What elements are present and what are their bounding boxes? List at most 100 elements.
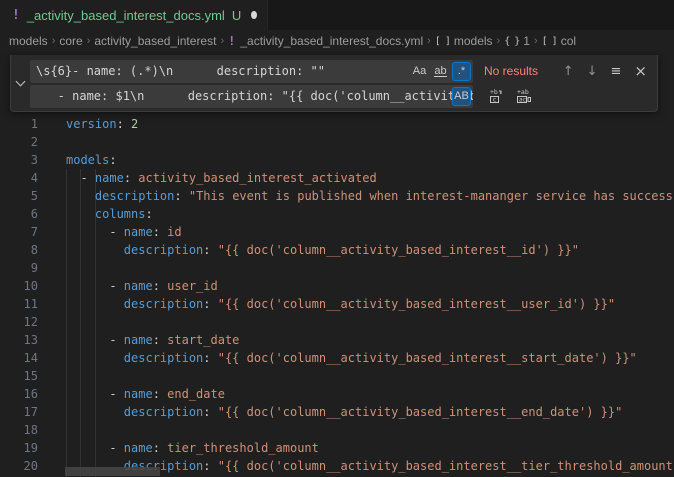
code-token: end_date — [167, 387, 225, 401]
replace-value-text: - name: $1\n description: "{{ doc('colum… — [30, 85, 473, 105]
code-line[interactable]: 1version: 2 — [0, 115, 674, 133]
symbol-array-icon: [ ] — [435, 36, 450, 47]
breadcrumb-item[interactable]: [ ] models — [435, 34, 493, 48]
code-line[interactable]: 18 — [0, 421, 674, 439]
code-line[interactable]: 6 columns: — [0, 205, 674, 223]
breadcrumb-item[interactable]: models — [9, 34, 48, 48]
breadcrumb-item[interactable]: [ ]col — [542, 34, 576, 48]
code-token: : — [203, 297, 217, 311]
tab-bar: ! _activity_based_interest_docs.yml U — [0, 0, 674, 30]
svg-text:ac: ac — [519, 97, 527, 104]
line-number: 18 — [0, 421, 38, 439]
code-token: : — [153, 441, 167, 455]
breadcrumb-label: models — [9, 34, 48, 48]
breadcrumb-label: 1 — [523, 34, 530, 48]
code-token — [66, 207, 95, 221]
code-line[interactable]: 3models: — [0, 151, 674, 169]
code-line[interactable]: 10 - name: user_id — [0, 277, 674, 295]
breadcrumb-label: _activity_based_interest_docs.yml — [240, 34, 423, 48]
code-token: : — [153, 387, 167, 401]
code-token: name — [124, 225, 153, 239]
line-number: 7 — [0, 223, 38, 241]
whole-word-button[interactable]: ab — [431, 62, 450, 81]
code-token: name — [124, 333, 153, 347]
code-line[interactable]: 11 description: "{{ doc('column__activit… — [0, 295, 674, 313]
yaml-file-icon: ! — [12, 8, 20, 23]
code-token: - — [66, 333, 124, 347]
breadcrumb-item[interactable]: !_activity_based_interest_docs.yml — [228, 34, 423, 48]
code-token: tier_threshold_amount — [167, 441, 319, 455]
toggle-replace-button[interactable] — [11, 55, 30, 111]
code-token: description — [124, 243, 203, 257]
code-token: "{{ doc('column__activity_based_interest… — [218, 459, 673, 473]
match-case-button[interactable]: Aa — [410, 62, 429, 81]
breadcrumb-label: models — [454, 34, 493, 48]
code-line[interactable]: 5 description: "This event is published … — [0, 187, 674, 205]
code-token: models — [66, 153, 109, 167]
breadcrumb-item[interactable]: { } 1 — [504, 34, 530, 48]
line-number: 19 — [0, 439, 38, 457]
symbol-object-icon: { } — [504, 36, 519, 47]
code-token: version — [66, 117, 117, 131]
vscode-window: ! _activity_based_interest_docs.yml U mo… — [0, 0, 674, 477]
line-number: 4 — [0, 169, 38, 187]
code-line[interactable]: 2 — [0, 133, 674, 151]
tab-filename: _activity_based_interest_docs.yml — [27, 8, 225, 23]
code-line[interactable]: 15 — [0, 367, 674, 385]
code-token: - — [66, 279, 124, 293]
code-token: name — [124, 441, 153, 455]
code-line[interactable]: 19 - name: tier_threshold_amount — [0, 439, 674, 457]
code-token: : — [203, 459, 217, 473]
breadcrumb-separator-icon: › — [497, 35, 501, 47]
replace-all-button[interactable]: +ab ac — [516, 88, 532, 104]
preserve-case-button[interactable]: AB — [452, 87, 471, 106]
code-line[interactable]: 14 description: "{{ doc('column__activit… — [0, 349, 674, 367]
code-token: user_id — [167, 279, 218, 293]
code-token: - — [66, 441, 124, 455]
breadcrumb-item[interactable]: core — [59, 34, 82, 48]
code-line[interactable]: 9 — [0, 259, 674, 277]
line-number: 17 — [0, 403, 38, 421]
find-in-selection-button[interactable]: ≡ — [611, 65, 622, 78]
replace-icon: +b c — [488, 88, 504, 104]
find-input[interactable]: \s{6}- name: (.*)\n description: "" Aa a… — [30, 60, 473, 83]
tab-active-yaml-file[interactable]: ! _activity_based_interest_docs.yml U — [0, 0, 268, 30]
code-token — [66, 405, 124, 419]
git-untracked-badge: U — [232, 8, 241, 23]
code-token: description — [124, 405, 203, 419]
code-token: id — [167, 225, 181, 239]
symbol-array-icon: [ ] — [542, 36, 557, 47]
code-line[interactable]: 4 - name: activity_based_interest_activa… — [0, 169, 674, 187]
modified-dot-icon[interactable] — [251, 11, 257, 19]
code-token: activity_based_interest_activated — [138, 171, 376, 185]
line-number: 14 — [0, 349, 38, 367]
replace-button[interactable]: +b c — [488, 88, 504, 104]
code-token: : — [153, 333, 167, 347]
code-token: : — [203, 351, 217, 365]
breadcrumb-item[interactable]: activity_based_interest — [94, 34, 216, 48]
breadcrumb-separator-icon: › — [534, 35, 538, 47]
code-line[interactable]: 8 description: "{{ doc('column__activity… — [0, 241, 674, 259]
code-line[interactable]: 13 - name: start_date — [0, 331, 674, 349]
regex-button[interactable]: .* — [452, 62, 471, 81]
code-line[interactable]: 12 — [0, 313, 674, 331]
code-token — [66, 189, 95, 203]
code-line[interactable]: 16 - name: end_date — [0, 385, 674, 403]
close-button[interactable]: × — [634, 64, 647, 79]
code-line[interactable]: 7 - name: id — [0, 223, 674, 241]
code-area[interactable]: 1version: 223models:4 - name: activity_b… — [0, 115, 674, 475]
code-token — [66, 243, 124, 257]
code-token: : — [145, 207, 152, 221]
horizontal-scrollbar[interactable] — [65, 467, 160, 476]
editor-pane[interactable]: 1version: 223models:4 - name: activity_b… — [0, 52, 674, 477]
line-number: 16 — [0, 385, 38, 403]
code-line[interactable]: 17 description: "{{ doc('column__activit… — [0, 403, 674, 421]
find-previous-button[interactable]: ↑ — [563, 65, 574, 78]
line-number: 1 — [0, 115, 38, 133]
code-token: name — [124, 279, 153, 293]
find-results-status: No results — [484, 64, 538, 78]
code-token: description — [124, 297, 203, 311]
svg-text:c: c — [493, 96, 497, 104]
find-next-button[interactable]: ↓ — [587, 65, 598, 78]
replace-input[interactable]: - name: $1\n description: "{{ doc('colum… — [30, 85, 473, 108]
